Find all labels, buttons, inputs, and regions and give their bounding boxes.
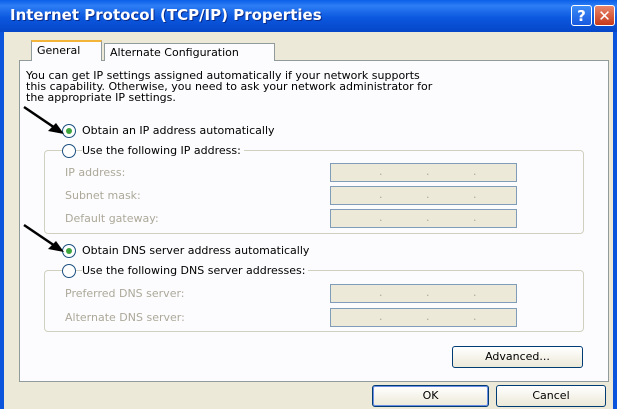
default-gateway-label: Default gateway:: [65, 212, 159, 225]
alternate-dns-field[interactable]: ...: [330, 308, 517, 327]
default-gateway-field[interactable]: ...: [330, 209, 517, 228]
octet-separator: .: [379, 188, 383, 201]
octet-separator: .: [426, 211, 430, 224]
octet-separator: .: [473, 310, 477, 323]
alternate-dns-label: Alternate DNS server:: [65, 311, 185, 324]
preferred-dns-label: Preferred DNS server:: [65, 287, 185, 300]
subnet-mask-field[interactable]: ...: [330, 186, 517, 205]
octet-separator: .: [473, 165, 477, 178]
close-button[interactable]: ✕: [594, 5, 615, 26]
octet-separator: .: [473, 286, 477, 299]
intro-text: You can get IP settings assigned automat…: [26, 70, 566, 103]
annotation-arrow-icon: [23, 105, 64, 134]
octet-separator: .: [473, 211, 477, 224]
annotation-arrow-icon: [23, 223, 64, 252]
subnet-mask-label: Subnet mask:: [65, 189, 141, 202]
obtain-dns-auto-label[interactable]: Obtain DNS server address automatically: [82, 244, 313, 257]
use-following-dns-radio[interactable]: [62, 264, 76, 278]
tab-alternate-configuration[interactable]: Alternate Configuration: [104, 43, 275, 61]
octet-separator: .: [426, 165, 430, 178]
use-following-ip-radio[interactable]: [62, 144, 76, 158]
tab-general[interactable]: General: [31, 40, 102, 61]
window-frame-right: [613, 32, 617, 409]
tcpip-properties-dialog: Internet Protocol (TCP/IP) Properties ? …: [0, 0, 617, 409]
octet-separator: .: [379, 286, 383, 299]
ip-address-field[interactable]: ...: [330, 163, 517, 182]
use-following-dns-label[interactable]: Use the following DNS server addresses:: [82, 264, 309, 277]
intro-line: the appropriate IP settings.: [26, 91, 176, 104]
octet-separator: .: [473, 188, 477, 201]
octet-separator: .: [426, 286, 430, 299]
octet-separator: .: [379, 211, 383, 224]
window-title: Internet Protocol (TCP/IP) Properties: [10, 6, 322, 24]
help-button[interactable]: ?: [571, 5, 592, 26]
ok-button[interactable]: OK: [372, 385, 489, 407]
use-following-ip-label[interactable]: Use the following IP address:: [82, 144, 244, 157]
window-frame-left: [0, 32, 4, 409]
advanced-button[interactable]: Advanced...: [452, 346, 583, 368]
obtain-ip-auto-label[interactable]: Obtain an IP address automatically: [82, 124, 278, 137]
octet-separator: .: [426, 188, 430, 201]
octet-separator: .: [379, 310, 383, 323]
octet-separator: .: [426, 310, 430, 323]
octet-separator: .: [379, 165, 383, 178]
cancel-button[interactable]: Cancel: [496, 385, 606, 407]
ip-address-label: IP address:: [65, 166, 126, 179]
preferred-dns-field[interactable]: ...: [330, 284, 517, 303]
title-bar[interactable]: Internet Protocol (TCP/IP) Properties ? …: [0, 0, 617, 32]
